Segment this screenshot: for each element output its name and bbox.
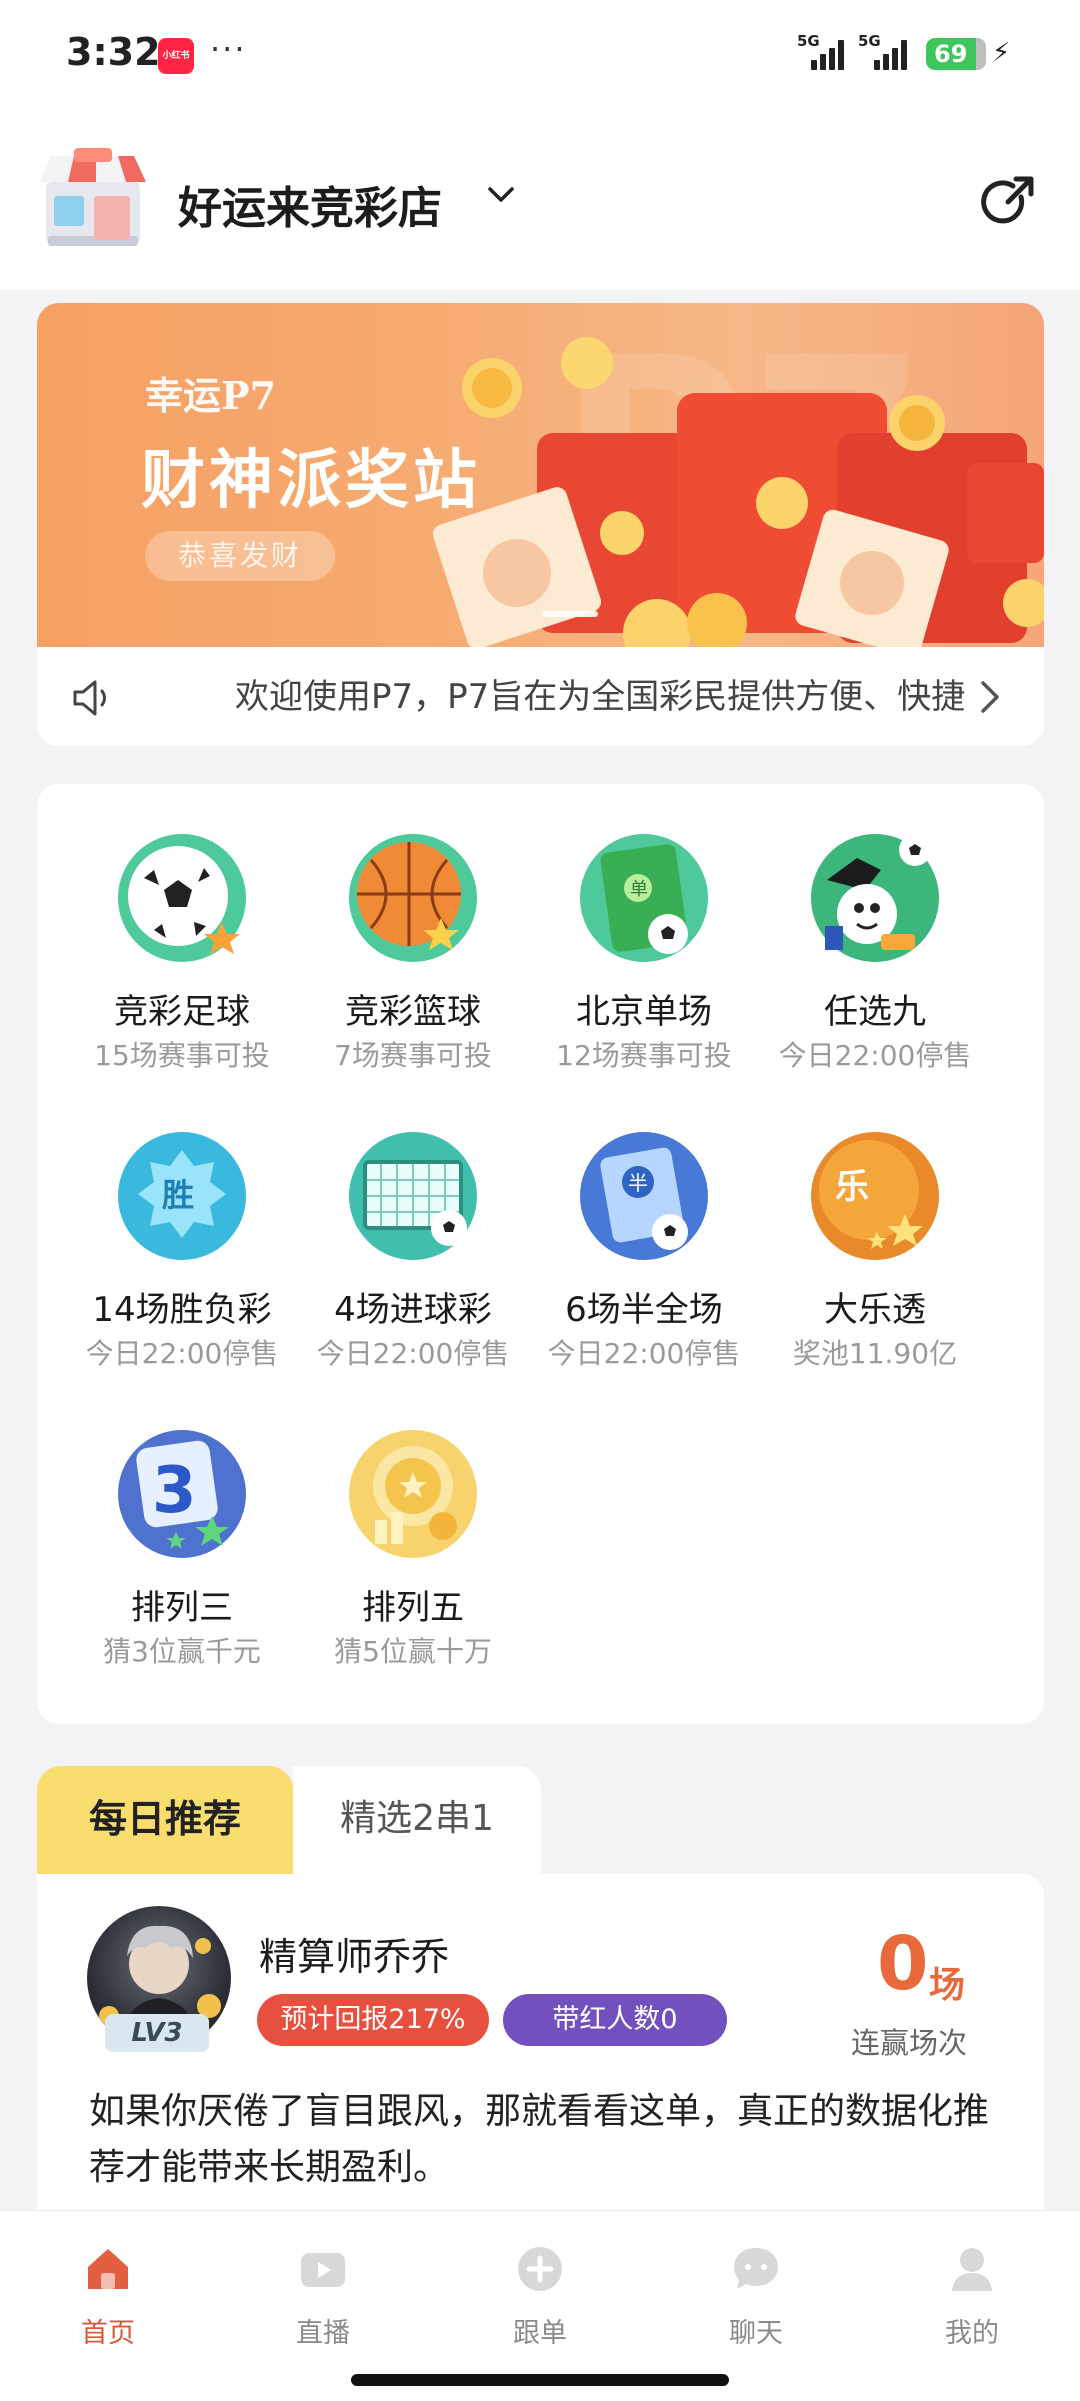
field-single-icon: 单	[580, 834, 708, 962]
game-jingcai-football[interactable]: 竞彩足球 15场赛事可投	[66, 824, 298, 1094]
followers-pill: 带红人数0	[503, 1994, 727, 2046]
banner-small-title: 幸运P7	[145, 373, 277, 418]
level-badge: LV3	[105, 2014, 209, 2052]
tab-label: 首页	[81, 2318, 135, 2349]
store-header: 好运来竞彩店	[0, 110, 1080, 290]
promo-banner[interactable]: P7 幸运P7 财神派奖站 恭喜发财	[37, 303, 1044, 647]
recommendation-card[interactable]: LV3 精算师乔乔 预计回报217% 带红人数0 0 场 连赢场次 如果你厌倦了…	[37, 1874, 1044, 2214]
game-renxuan-nine[interactable]: 任选九 今日22:00停售	[759, 824, 991, 1094]
game-pailie-five[interactable]: 排列五 猜5位赢十万	[297, 1420, 529, 1690]
game-name: 竞彩篮球	[345, 992, 481, 1032]
svg-text:单: 单	[630, 879, 648, 900]
mascot-nine-icon	[811, 834, 939, 962]
banner-big-title: 财神派奖站	[141, 443, 481, 518]
banner-card: P7 幸运P7 财神派奖站 恭喜发财	[37, 303, 1044, 746]
banner-pill: 恭喜发财	[145, 531, 335, 581]
streak-label: 连赢场次	[851, 2026, 968, 2060]
half-ticket-icon: 半	[580, 1132, 708, 1260]
xiaohongshu-notification-icon: 小红书	[158, 38, 194, 74]
game-sub: 猜5位赢十万	[334, 1635, 492, 1668]
plus-circle-icon	[518, 2247, 562, 2291]
charging-icon: ⚡	[992, 38, 1011, 68]
game-name: 任选九	[824, 992, 926, 1032]
game-sub: 今日22:00停售	[316, 1337, 510, 1370]
share-icon[interactable]	[978, 174, 1036, 232]
notice-bar[interactable]: 欢迎使用P7，P7旨在为全国彩民提供方便、快捷	[37, 647, 1044, 746]
chat-icon	[734, 2248, 778, 2289]
win-badge-icon: 胜	[118, 1132, 246, 1260]
tab-home[interactable]: 首页	[43, 2233, 173, 2353]
tab-selected-2-in-1[interactable]: 精选2串1	[293, 1766, 541, 1876]
tab-profile[interactable]: 我的	[907, 2233, 1037, 2353]
signal-icon-1: 5G	[797, 32, 849, 72]
play-icon	[301, 2253, 345, 2287]
signal-icon-2: 5G	[858, 32, 914, 72]
game-name: 14场胜负彩	[92, 1290, 272, 1330]
tab-follow-order[interactable]: 跟单	[475, 2233, 605, 2353]
game-jingcai-basketball[interactable]: 竞彩篮球 7场赛事可投	[297, 824, 529, 1094]
game-sub: 猜3位赢千元	[103, 1635, 261, 1668]
tab-daily-recommendation[interactable]: 每日推荐	[37, 1766, 293, 1876]
game-4-goals[interactable]: 4场进球彩 今日22:00停售	[297, 1122, 529, 1392]
tab-label: 直播	[296, 2318, 350, 2349]
tab-label: 我的	[945, 2318, 999, 2349]
recommendation-tabs: 每日推荐 精选2串1	[37, 1766, 541, 1876]
game-daletou[interactable]: 乐 大乐透 奖池11.90亿	[759, 1122, 991, 1392]
store-icon	[40, 148, 146, 246]
speaker-icon	[73, 680, 106, 716]
tab-label: 跟单	[513, 2318, 567, 2349]
game-beijing-single[interactable]: 单 北京单场 12场赛事可投	[528, 824, 760, 1094]
status-time: 3:32	[66, 30, 161, 74]
gold-coin-five-icon	[349, 1430, 477, 1558]
return-pill: 预计回报217%	[257, 1994, 489, 2046]
game-name: 排列五	[362, 1588, 464, 1628]
banner-page-indicator	[542, 611, 598, 617]
battery-icon: 69	[926, 38, 986, 70]
streak-unit: 场	[929, 1965, 966, 2006]
recommendation-text: 如果你厌倦了盲目跟风，那就看看这单，真正的数据化推荐才能带来长期盈利。	[89, 2091, 990, 2188]
game-name: 4场进球彩	[334, 1290, 492, 1330]
home-icon	[88, 2249, 128, 2289]
basketball-icon	[349, 834, 477, 962]
svg-text:胜: 胜	[162, 1176, 194, 1214]
goal-net-icon	[349, 1132, 477, 1260]
bottom-tab-bar: 首页 直播 跟单 聊天 我的	[0, 2210, 1080, 2401]
game-sub: 今日22:00停售	[85, 1337, 279, 1370]
three-cube-icon: 3	[118, 1430, 246, 1558]
tab-chat[interactable]: 聊天	[691, 2233, 821, 2353]
streak-number: 0	[877, 1921, 929, 2007]
game-name: 北京单场	[576, 992, 712, 1032]
tab-label: 聊天	[729, 2318, 783, 2349]
game-sub: 奖池11.90亿	[792, 1337, 958, 1370]
game-sub: 今日22:00停售	[547, 1337, 741, 1370]
game-sub: 今日22:00停售	[778, 1039, 972, 1072]
notice-text: 欢迎使用P7，P7旨在为全国彩民提供方便、快捷	[235, 677, 966, 717]
home-indicator[interactable]	[351, 2374, 729, 2386]
store-name[interactable]: 好运来竞彩店	[178, 172, 442, 236]
game-6-half-full[interactable]: 半 6场半全场 今日22:00停售	[528, 1122, 760, 1392]
tab-live[interactable]: 直播	[258, 2233, 388, 2353]
profile-icon	[952, 2248, 992, 2291]
game-sub: 15场赛事可投	[94, 1039, 270, 1072]
chevron-down-icon[interactable]	[482, 176, 520, 214]
le-coin-icon: 乐	[811, 1132, 939, 1260]
status-bar: 3:32 小红书 ··· 5G 5G 69 ⚡	[0, 0, 1080, 110]
game-name: 大乐透	[824, 1290, 926, 1330]
chevron-right-icon[interactable]	[975, 677, 1005, 717]
football-icon	[118, 834, 246, 962]
more-notifications-icon: ···	[210, 30, 247, 68]
game-sub: 12场赛事可投	[556, 1039, 732, 1072]
game-name: 竞彩足球	[114, 992, 250, 1032]
game-pailie-three[interactable]: 3 排列三 猜3位赢千元	[66, 1420, 298, 1690]
lottery-games-grid: 竞彩足球 15场赛事可投 竞彩篮球 7场赛事可投 单 北京单场 12场赛事可投	[37, 784, 1044, 1724]
game-sub: 7场赛事可投	[334, 1039, 492, 1072]
game-name: 6场半全场	[565, 1290, 723, 1330]
game-name: 排列三	[131, 1588, 233, 1628]
svg-text:3: 3	[152, 1454, 197, 1528]
recommender-name[interactable]: 精算师乔乔	[259, 1926, 449, 1981]
svg-text:半: 半	[628, 1171, 648, 1195]
svg-text:乐: 乐	[835, 1167, 869, 1207]
game-14-win-lose[interactable]: 胜 14场胜负彩 今日22:00停售	[66, 1122, 298, 1392]
